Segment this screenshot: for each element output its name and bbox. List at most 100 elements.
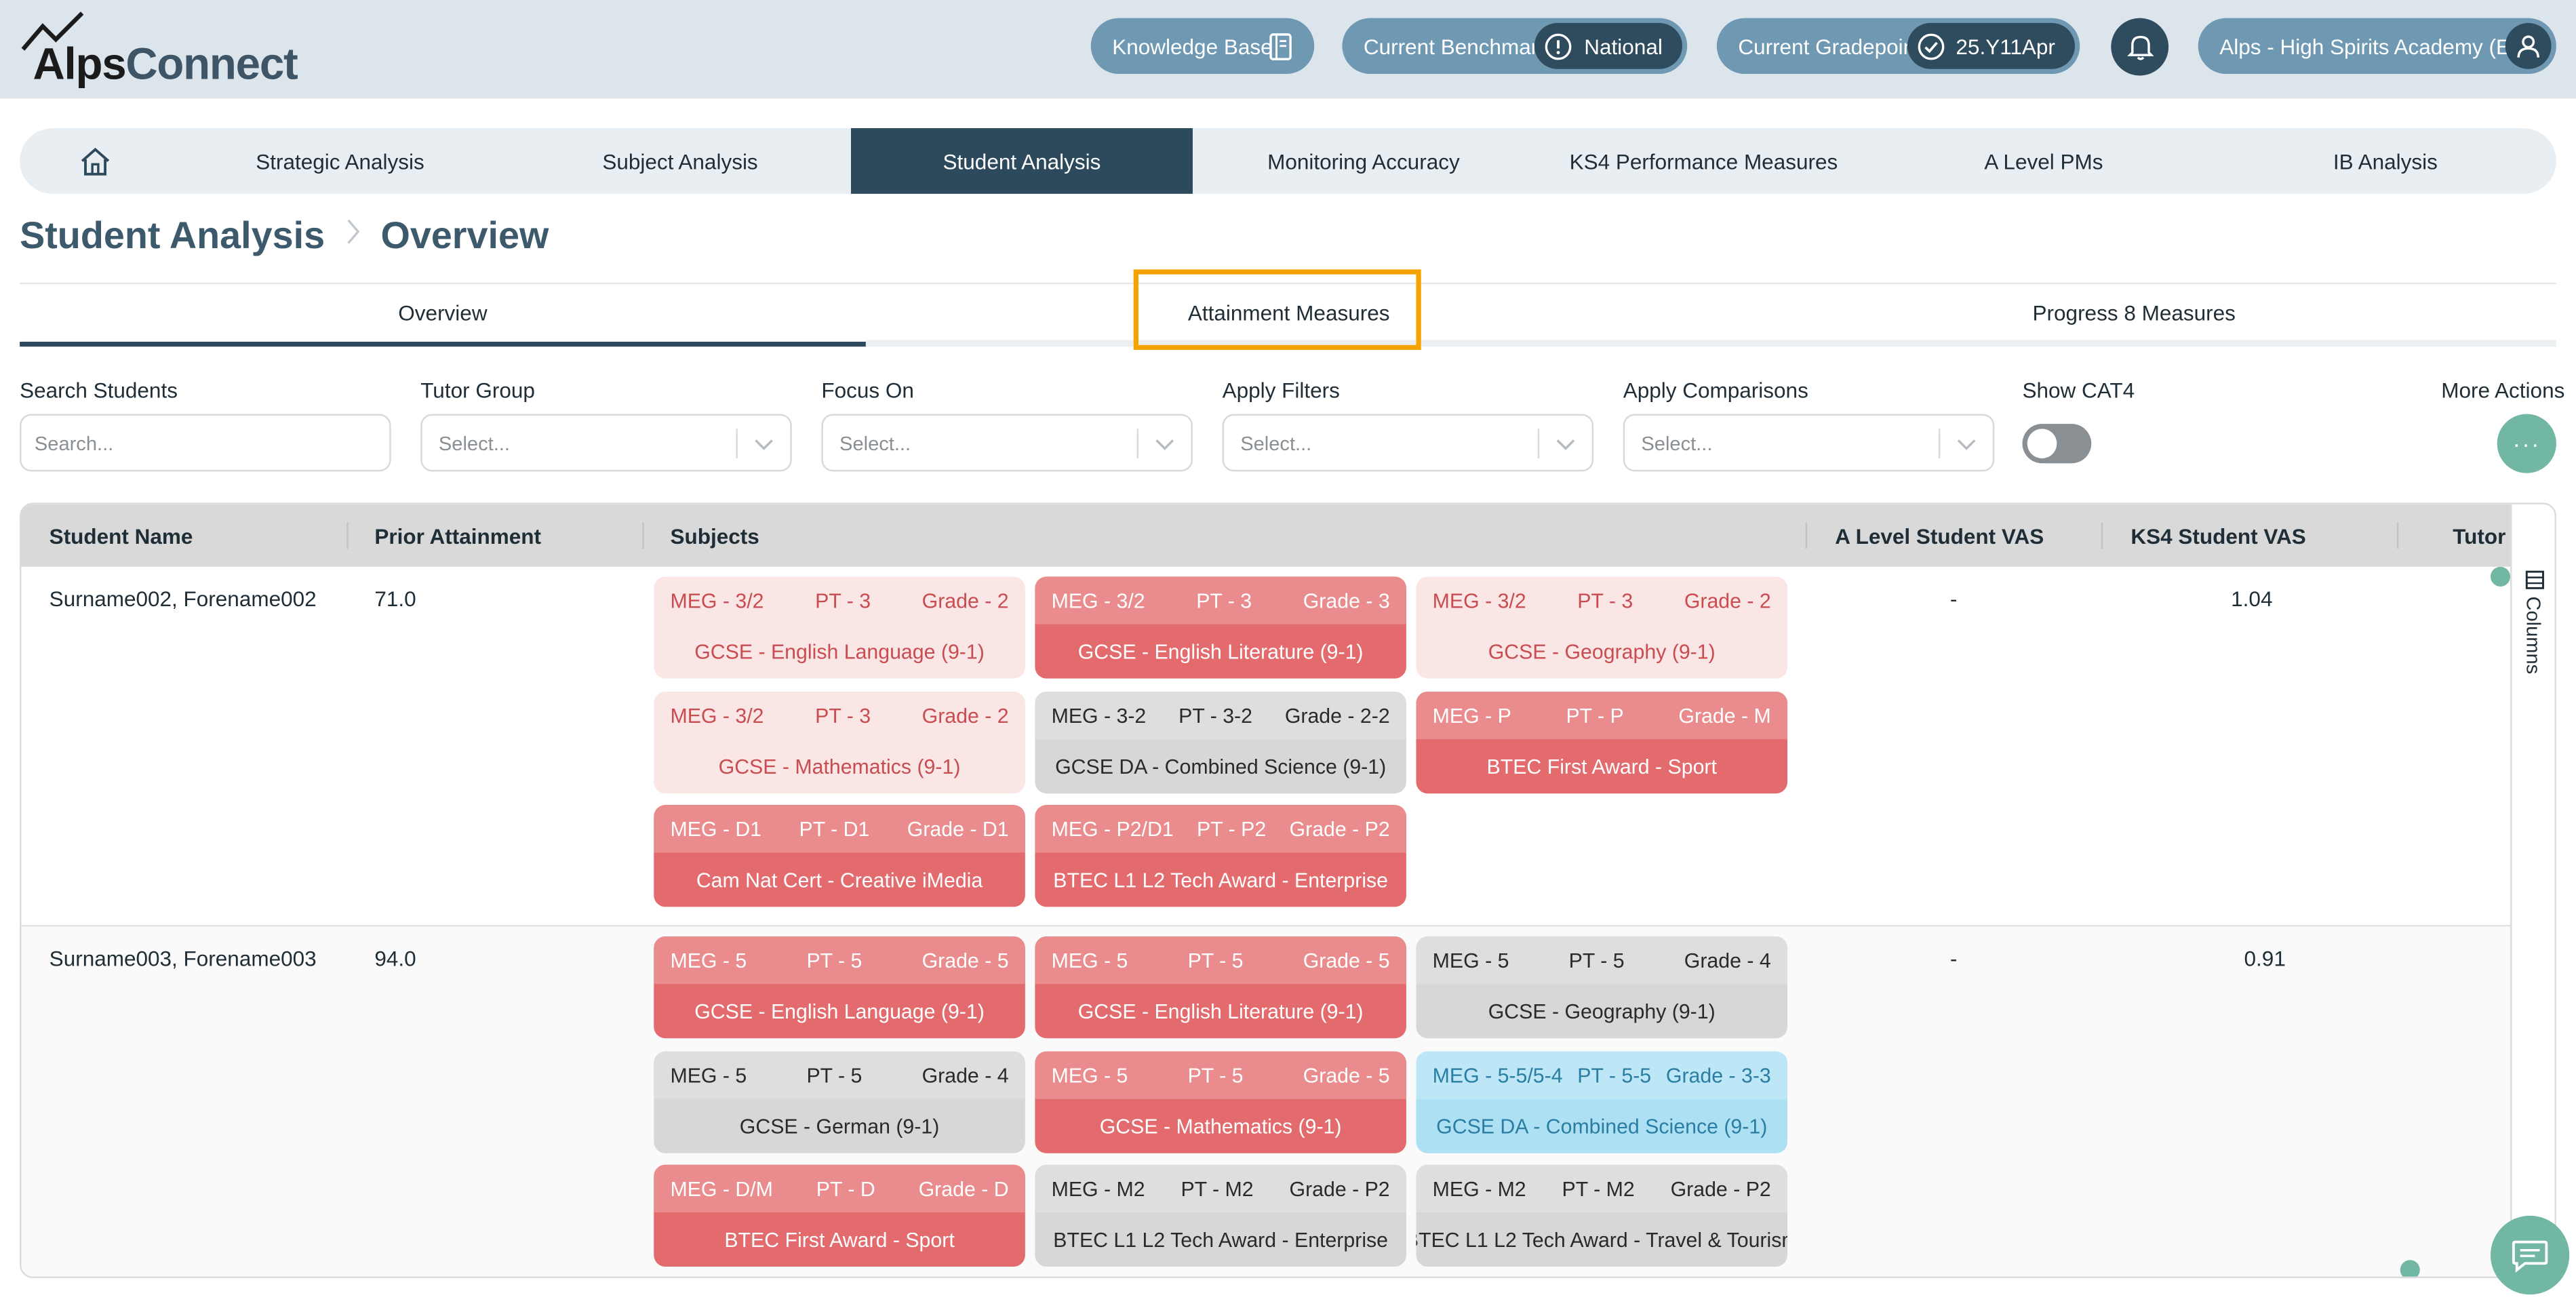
search-students-input[interactable]: Search... bbox=[20, 414, 391, 472]
alps-connect-logo[interactable]: AlpsConnect bbox=[20, 10, 315, 89]
grade-value: Grade - D bbox=[918, 1176, 1009, 1200]
student-name[interactable]: Surname002, Forename002 bbox=[49, 587, 317, 611]
subject-card[interactable]: MEG - M2 PT - M2 Grade - P2 BTEC L1 L2 Tech… bbox=[1416, 1164, 1788, 1267]
nav-a-level-pms[interactable]: A Level PMs bbox=[1873, 128, 2215, 194]
tab-overview[interactable]: Overview bbox=[20, 284, 866, 347]
a-level-vas: - bbox=[1949, 586, 1958, 612]
subject-grades: MEG - D/M PT - D Grade - D bbox=[654, 1164, 1025, 1213]
nav-home[interactable] bbox=[20, 128, 171, 194]
show-cat4-label: Show CAT4 bbox=[2022, 378, 2135, 403]
focus-on-select[interactable]: Select... bbox=[821, 414, 1193, 472]
columns-panel-toggle[interactable]: Columns bbox=[2510, 504, 2555, 1277]
subject-card[interactable]: MEG - M2 PT - M2 Grade - P2 BTEC L1 L2 Tech… bbox=[1035, 1164, 1406, 1267]
student-name[interactable]: Surname003, Forename003 bbox=[49, 947, 317, 971]
subject-card[interactable]: MEG - 5 PT - 5 Grade - 4 GCSE - Geography (… bbox=[1416, 936, 1788, 1039]
col-ks4-student-vas[interactable]: KS4 Student VAS bbox=[2131, 504, 2305, 567]
pt-value: PT - M2 bbox=[1562, 1176, 1635, 1200]
nav-subject-analysis[interactable]: Subject Analysis bbox=[509, 128, 851, 194]
gradepoint-value: 25.Y11Apr bbox=[1956, 33, 2055, 59]
subject-grades: MEG - P2/D1 PT - P2 Grade - P2 bbox=[1035, 805, 1406, 853]
scroll-handle-bottom[interactable] bbox=[2400, 1260, 2420, 1277]
chevron-down-icon bbox=[755, 439, 773, 450]
table-row[interactable]: Surname002, Forename002 71.0 - 1.04 MEG … bbox=[21, 566, 2511, 927]
subject-name: BTEC L1 L2 Tech Award - Enterprise bbox=[1053, 1228, 1389, 1251]
nav-student-analysis[interactable]: Student Analysis bbox=[851, 127, 1193, 194]
subject-card[interactable]: MEG - 5 PT - 5 Grade - 4 GCSE - German (9-1… bbox=[654, 1051, 1025, 1153]
current-gradepoint-button[interactable]: Current Gradepoint 25.Y11Apr bbox=[1716, 18, 2080, 75]
tutor-group-select[interactable]: Select... bbox=[420, 414, 792, 472]
col-a-level-student-vas[interactable]: A Level Student VAS bbox=[1835, 504, 2044, 567]
apply-comparisons-select[interactable]: Select... bbox=[1623, 414, 1995, 472]
col-student-name[interactable]: Student Name bbox=[49, 504, 193, 567]
subject-card[interactable]: MEG - 5 PT - 5 Grade - 5 GCSE - Mathematics… bbox=[1035, 1051, 1406, 1153]
subject-name: GCSE - Geography (9-1) bbox=[1488, 639, 1716, 663]
apply-filters-select[interactable]: Select... bbox=[1222, 414, 1594, 472]
scroll-handle-top[interactable] bbox=[2490, 566, 2511, 587]
show-cat4-toggle[interactable] bbox=[2022, 424, 2092, 464]
grade-value: Grade - P2 bbox=[1289, 1176, 1390, 1200]
subject-card[interactable]: MEG - 3/2 PT - 3 Grade - 2 GCSE - Geography… bbox=[1416, 576, 1788, 679]
nav-ks4-performance-measures[interactable]: KS4 Performance Measures bbox=[1534, 128, 1873, 194]
a-level-vas: - bbox=[1949, 946, 1958, 971]
grade-value: Grade - 5 bbox=[922, 949, 1009, 972]
subject-card[interactable]: MEG - P PT - P Grade - M BTEC First Award -… bbox=[1416, 691, 1788, 794]
meg-value: MEG - 5 bbox=[1051, 1063, 1128, 1087]
subject-card[interactable]: MEG - 3/2 PT - 3 Grade - 3 GCSE - English L… bbox=[1035, 576, 1406, 679]
check-circle-icon bbox=[1917, 33, 1944, 60]
meg-value: MEG - 3/2 bbox=[1051, 589, 1145, 612]
subject-card[interactable]: MEG - P2/D1 PT - P2 Grade - P2 BTEC L1 L2 T… bbox=[1035, 805, 1406, 907]
current-benchmark-button[interactable]: Current Benchmark National bbox=[1342, 18, 1688, 75]
apply-comparisons-label: Apply Comparisons bbox=[1623, 378, 1808, 403]
chevron-down-icon bbox=[1957, 439, 1976, 450]
more-actions-button[interactable]: ··· bbox=[2497, 414, 2556, 473]
subject-grades: MEG - 5 PT - 5 Grade - 4 bbox=[1416, 936, 1788, 985]
pt-value: PT - 3 bbox=[1577, 589, 1633, 612]
grade-value: Grade - P2 bbox=[1670, 1176, 1771, 1200]
table-row[interactable]: Surname003, Forename003 94.0 - 0.91 MEG … bbox=[21, 926, 2511, 1277]
subject-name: BTEC L1 L2 Tech Award - Enterprise bbox=[1053, 868, 1389, 892]
benchmark-value-chip: National bbox=[1534, 22, 1682, 69]
nav-monitoring-accuracy[interactable]: Monitoring Accuracy bbox=[1193, 128, 1534, 194]
subject-card[interactable]: MEG - D1 PT - D1 Grade - D1 Cam Nat Cert - … bbox=[654, 805, 1025, 907]
pt-value: PT - 5 bbox=[1568, 949, 1625, 972]
subject-card[interactable]: MEG - 5-5/5-4 PT - 5-5 Grade - 3-3 GCSE DA … bbox=[1416, 1051, 1788, 1153]
col-prior-attainment[interactable]: Prior Attainment bbox=[374, 504, 541, 567]
subject-card[interactable]: MEG - 5 PT - 5 Grade - 5 GCSE - English Lit… bbox=[1035, 936, 1406, 1039]
subject-card[interactable]: MEG - 3/2 PT - 3 Grade - 2 GCSE - Mathemati… bbox=[654, 691, 1025, 794]
col-subjects[interactable]: Subjects bbox=[671, 504, 759, 567]
subject-card[interactable]: MEG - 3/2 PT - 3 Grade - 2 GCSE - English L… bbox=[654, 576, 1025, 679]
chat-button[interactable] bbox=[2490, 1215, 2570, 1295]
apply-filters-label: Apply Filters bbox=[1222, 378, 1340, 403]
pt-value: PT - P bbox=[1566, 704, 1624, 728]
main-nav: Strategic Analysis Subject Analysis Stud… bbox=[20, 127, 2556, 194]
prior-attainment: 94.0 bbox=[374, 946, 416, 971]
breadcrumb-section[interactable]: Student Analysis bbox=[20, 214, 325, 258]
meg-value: MEG - M2 bbox=[1051, 1176, 1145, 1200]
apply-comparisons-placeholder: Select... bbox=[1641, 431, 1713, 454]
students-table: Student Name Prior Attainment Subjects A… bbox=[20, 502, 2556, 1278]
pt-value: PT - 5 bbox=[806, 949, 863, 972]
subject-grades: MEG - 5 PT - 5 Grade - 4 bbox=[654, 1051, 1025, 1099]
logo-text: AlpsConnect bbox=[33, 39, 298, 89]
subject-name: GCSE - English Language (9-1) bbox=[694, 999, 985, 1023]
grade-value: Grade - 5 bbox=[1303, 1063, 1390, 1087]
pt-value: PT - 3 bbox=[815, 704, 871, 728]
subject-name: BTEC L1 L2 Tech Award - Travel & Tourism bbox=[1416, 1228, 1788, 1251]
subject-name: GCSE - Mathematics (9-1) bbox=[1099, 1114, 1342, 1138]
notifications-button[interactable] bbox=[2111, 18, 2169, 76]
book-icon bbox=[1269, 33, 1292, 60]
school-account-button[interactable]: Alps - High Spirits Academy (E) bbox=[2198, 18, 2556, 75]
knowledge-base-button[interactable]: Knowledge Base bbox=[1090, 18, 1315, 75]
meg-value: MEG - 5 bbox=[1432, 949, 1509, 972]
subject-card[interactable]: MEG - D/M PT - D Grade - D BTEC First Award… bbox=[654, 1164, 1025, 1267]
breadcrumb: Student Analysis Overview bbox=[20, 214, 549, 258]
grade-value: Grade - 3 bbox=[1303, 589, 1390, 612]
subject-grades: MEG - P PT - P Grade - M bbox=[1416, 691, 1788, 740]
subject-name: GCSE - English Language (9-1) bbox=[694, 639, 985, 663]
tab-progress-8-measures[interactable]: Progress 8 Measures bbox=[1712, 284, 2556, 342]
prior-attainment: 71.0 bbox=[374, 586, 416, 612]
subject-card[interactable]: MEG - 3-2 PT - 3-2 Grade - 2-2 GCSE DA - Co… bbox=[1035, 691, 1406, 794]
nav-ib-analysis[interactable]: IB Analysis bbox=[2215, 128, 2556, 194]
nav-strategic-analysis[interactable]: Strategic Analysis bbox=[171, 128, 509, 194]
subject-card[interactable]: MEG - 5 PT - 5 Grade - 5 GCSE - English Lan… bbox=[654, 936, 1025, 1039]
